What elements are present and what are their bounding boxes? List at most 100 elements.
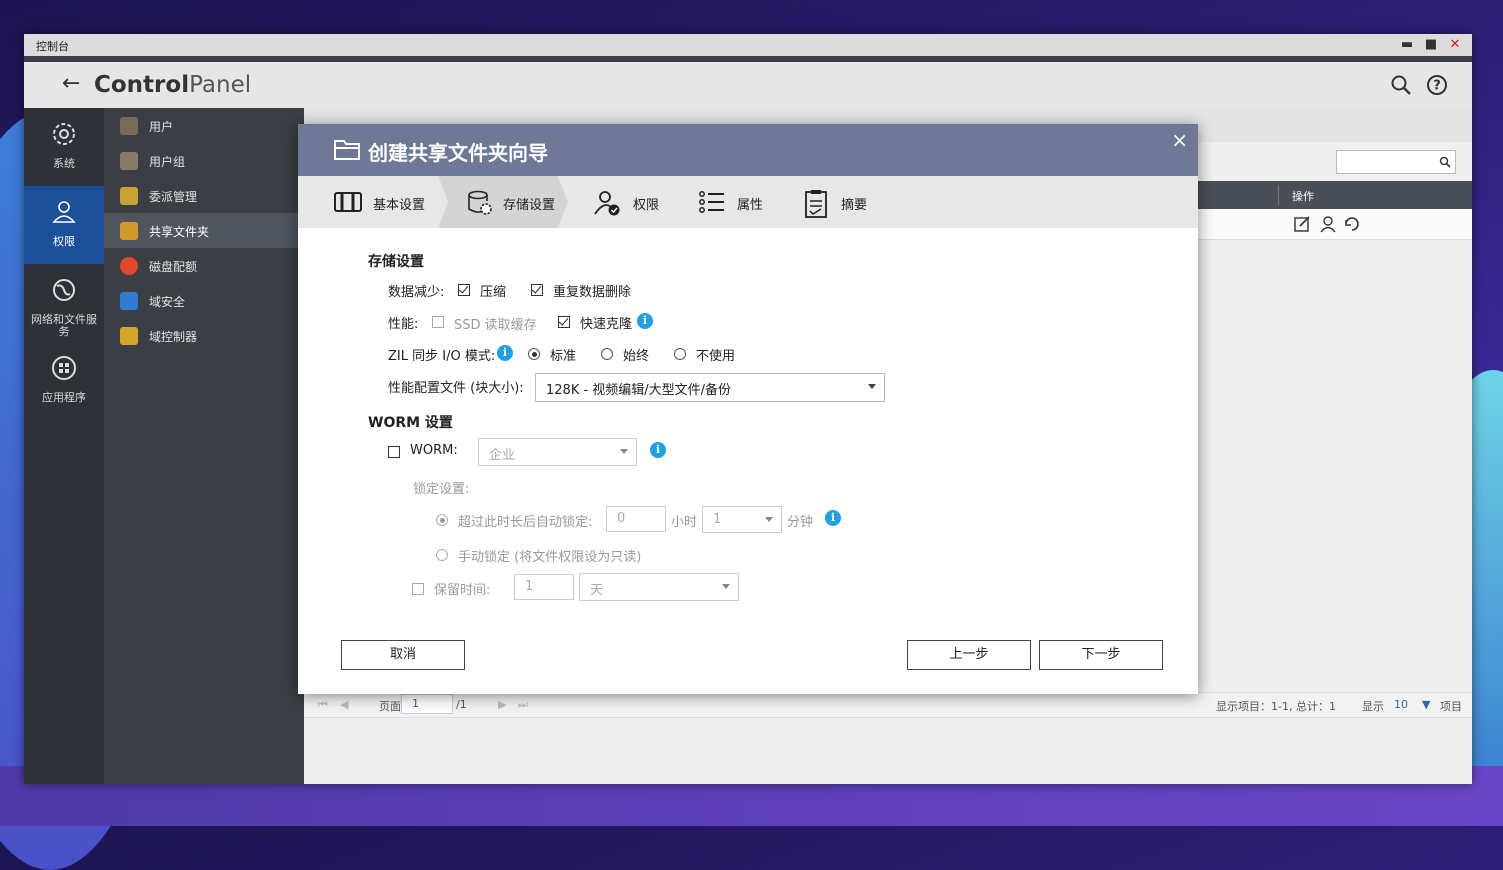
first-page-icon[interactable]: ⏮: [318, 698, 328, 712]
fast-clone-label: 快速克隆: [580, 317, 633, 332]
auto-lock-radio[interactable]: [436, 514, 448, 526]
nav-permissions[interactable]: 权限: [24, 186, 104, 264]
search-icon[interactable]: [1390, 74, 1412, 96]
nav-applications[interactable]: 应用程序: [24, 342, 104, 420]
maximize-button[interactable]: ■: [1424, 37, 1438, 52]
nav-label: 系统: [53, 157, 75, 170]
close-icon[interactable]: ×: [1171, 128, 1188, 152]
page-input[interactable]: 1: [401, 694, 453, 714]
group-icon: [120, 152, 138, 170]
chevron-down-icon[interactable]: ▼: [1422, 698, 1430, 711]
subnav-quota[interactable]: 磁盘配额: [104, 248, 304, 283]
help-icon[interactable]: ?: [1426, 74, 1448, 96]
shared-folder-icon: [120, 222, 138, 240]
prev-page-icon[interactable]: ◀: [340, 698, 348, 711]
edit-icon: [1294, 216, 1310, 232]
zil-always-radio[interactable]: [601, 348, 613, 360]
next-page-icon[interactable]: ▶: [498, 698, 506, 711]
user-icon: [52, 201, 76, 223]
zil-disabled-radio[interactable]: [674, 348, 686, 360]
profile-value: 128K - 视频编辑/大型文件/备份: [546, 383, 732, 398]
retention-checkbox[interactable]: [412, 583, 424, 595]
profile-select[interactable]: 128K - 视频编辑/大型文件/备份: [535, 373, 885, 402]
worm-type-value: 企业: [489, 448, 516, 463]
compress-checkbox[interactable]: [458, 284, 470, 296]
svg-text:?: ?: [1433, 79, 1441, 94]
dialog-header: 创建共享文件夹向导 ×: [298, 124, 1198, 176]
subnav-label: 用户: [149, 120, 174, 134]
back-arrow-icon[interactable]: ←: [62, 71, 80, 96]
sub-nav: 用户 用户组 委派管理 共享文件夹 磁盘配额 域安全 域控制器: [104, 108, 304, 784]
step-label: 基本设置: [373, 198, 426, 213]
next-step-button[interactable]: 下一步: [1039, 640, 1163, 670]
step-label: 存储设置: [503, 198, 556, 213]
subnav-delegated-admin[interactable]: 委派管理: [104, 178, 304, 213]
retention-unit-select[interactable]: 天: [579, 573, 739, 601]
close-window-button[interactable]: ✕: [1448, 37, 1462, 52]
prev-step-button[interactable]: 上一步: [907, 640, 1031, 670]
page-label: 页面: [379, 700, 401, 713]
main-nav: 系统 权限 网络和文件服务 应用程序: [24, 108, 104, 784]
delegate-icon: [120, 187, 138, 205]
step-label: 权限: [633, 198, 660, 213]
subnav-shared-folders[interactable]: 共享文件夹: [104, 213, 304, 248]
zil-option-label: 标准: [550, 349, 577, 364]
ssd-cache-checkbox[interactable]: [432, 316, 444, 328]
domain-security-icon: [120, 292, 138, 310]
last-page-icon[interactable]: ⏭: [518, 698, 528, 712]
info-icon[interactable]: i: [650, 442, 666, 458]
subnav-users[interactable]: 用户: [104, 108, 304, 143]
nav-label: 权限: [53, 235, 75, 248]
worm-checkbox[interactable]: [388, 446, 400, 458]
subnav-domain-security[interactable]: 域安全: [104, 283, 304, 318]
folder-search-input[interactable]: [1336, 150, 1456, 174]
zil-standard-radio[interactable]: [528, 348, 540, 360]
chevron-down-icon: [620, 449, 628, 454]
info-icon[interactable]: i: [637, 313, 653, 329]
fast-clone-checkbox[interactable]: [558, 316, 570, 328]
subnav-label: 共享文件夹: [149, 225, 210, 239]
globe-icon: [53, 279, 75, 301]
page-size-select[interactable]: 10: [1394, 698, 1408, 711]
info-icon[interactable]: i: [497, 345, 513, 361]
ssd-cache-label: SSD 读取缓存: [454, 318, 537, 333]
quota-pie-icon: [120, 257, 138, 275]
window-title: 控制台: [36, 40, 69, 53]
minimize-button[interactable]: ▬: [1400, 37, 1414, 52]
zil-option-label: 不使用: [696, 349, 736, 364]
wizard-steps: 基本设置 存储设置 权限 属性 摘要: [298, 176, 1198, 228]
hours-input[interactable]: 0: [606, 506, 666, 532]
nav-label: 应用程序: [42, 391, 86, 404]
minutes-select[interactable]: 1: [702, 506, 782, 533]
permission-icon: [594, 191, 620, 216]
worm-type-select[interactable]: 企业: [478, 438, 637, 466]
manual-lock-radio[interactable]: [436, 549, 448, 561]
cancel-button[interactable]: 取消: [341, 640, 465, 670]
subnav-label: 磁盘配额: [149, 260, 198, 274]
dedup-checkbox[interactable]: [531, 284, 543, 296]
gear-icon: [53, 123, 75, 145]
subnav-domain-controller[interactable]: 域控制器: [104, 318, 304, 353]
subnav-user-groups[interactable]: 用户组: [104, 143, 304, 178]
create-shared-folder-wizard: 创建共享文件夹向导 × 基本设置 存储设置 权限 属性 摘要 存储设置 数据减少…: [298, 124, 1198, 694]
show-label: 显示: [1362, 700, 1384, 713]
nav-label: 网络和文件服务: [31, 313, 97, 338]
page-total: /1: [456, 698, 467, 711]
nav-system[interactable]: 系统: [24, 108, 104, 186]
apps-icon: [52, 356, 76, 380]
display-info: 显示项目：1-1, 总计：1: [1216, 700, 1336, 713]
subnav-label: 域控制器: [149, 330, 198, 344]
nav-network-file-services[interactable]: 网络和文件服务: [24, 264, 104, 342]
app-brand: ControlPanel: [94, 72, 252, 98]
column-actions: 操作: [1292, 190, 1314, 203]
compress-label: 压缩: [480, 285, 507, 300]
folder-icon: [334, 140, 360, 160]
window-titlebar: 控制台 ▬ ■ ✕: [24, 34, 1472, 62]
info-icon[interactable]: i: [825, 510, 841, 526]
wizard-body: 存储设置 数据减少: 压缩 重复数据删除 性能: SSD 读取缓存 快速克隆 i…: [298, 228, 1198, 694]
chevron-down-icon: [722, 584, 730, 589]
worm-label: WORM:: [410, 443, 458, 458]
user-avatar-icon: [120, 117, 138, 135]
dedup-label: 重复数据删除: [553, 285, 632, 300]
retention-input[interactable]: 1: [514, 574, 574, 600]
